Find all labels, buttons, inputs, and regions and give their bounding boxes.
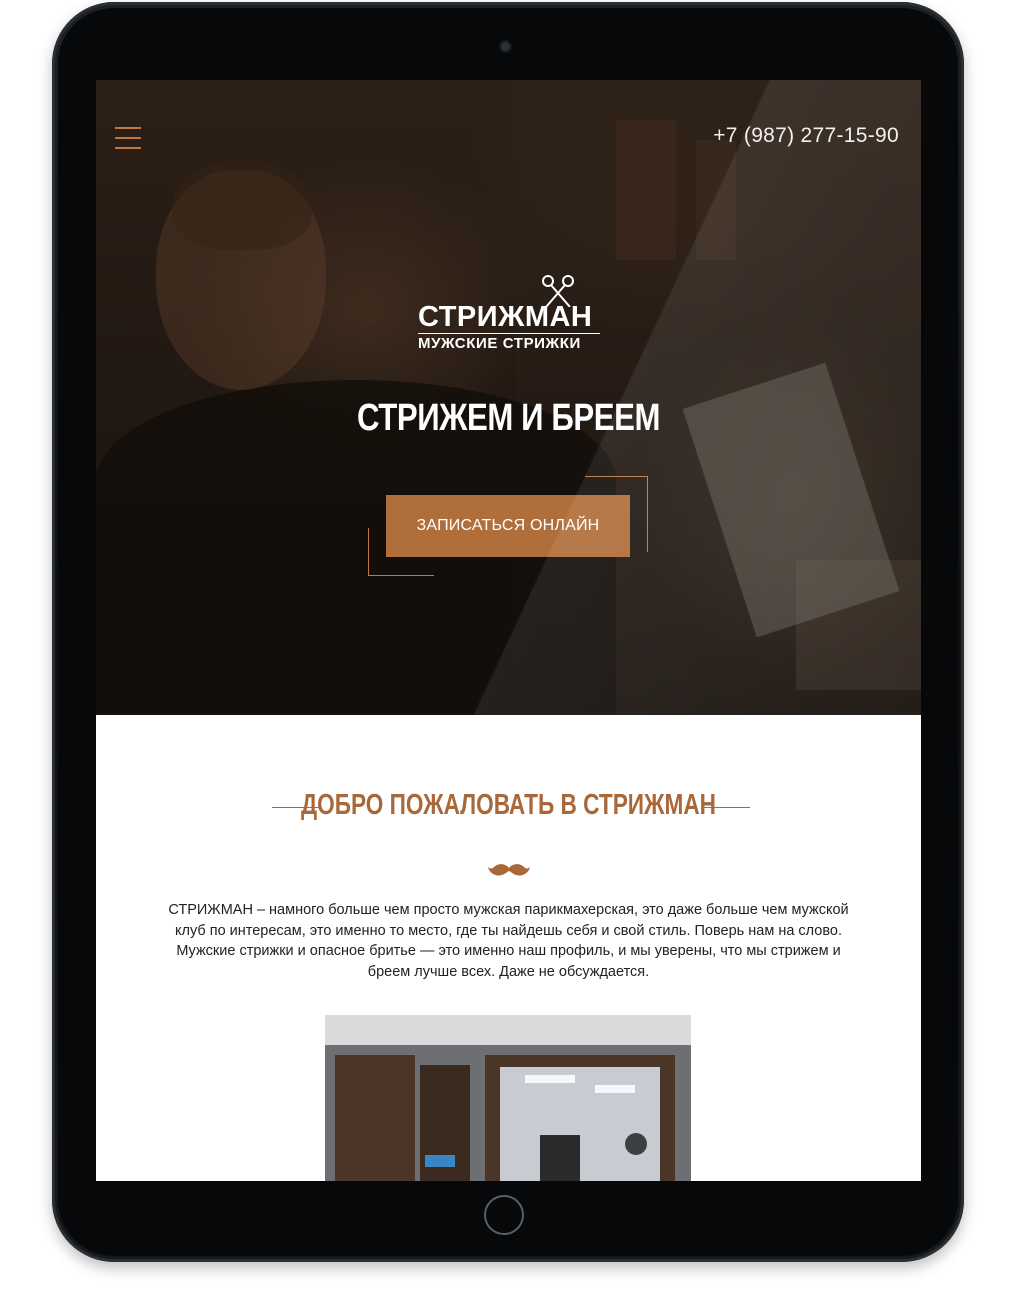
logo-divider [418, 333, 600, 334]
brand-logo[interactable]: СТРИЖМАН МУЖСКИЕ СТРИЖКИ [414, 275, 604, 360]
welcome-title: ДОБРО ПОЖАЛОВАТЬ В СТРИЖМАН [300, 789, 717, 821]
heading-line-right [702, 807, 750, 808]
welcome-heading: ДОБРО ПОЖАЛОВАТЬ В СТРИЖМАН [96, 787, 921, 827]
tablet-screen: +7 (987) 277-15-90 СТРИЖМАН МУЖСКИЕ СТРИ… [96, 80, 921, 1181]
front-camera [501, 42, 510, 51]
logo-name: СТРИЖМАН [418, 301, 593, 333]
welcome-section: ДОБРО ПОЖАЛОВАТЬ В СТРИЖМАН СТРИЖМАН – н… [96, 715, 921, 1181]
salon-interior-photo [325, 1015, 691, 1181]
logo-subtitle: МУЖСКИЕ СТРИЖКИ [418, 335, 581, 352]
hero-section: +7 (987) 277-15-90 СТРИЖМАН МУЖСКИЕ СТРИ… [96, 80, 921, 715]
mustache-icon [488, 864, 530, 876]
home-button[interactable] [484, 1195, 524, 1235]
hero-title: СТРИЖЕМ И БРЕЕМ [356, 397, 661, 439]
phone-number[interactable]: +7 (987) 277-15-90 [713, 124, 899, 148]
book-online-button[interactable]: ЗАПИСАТЬСЯ ОНЛАЙН [386, 495, 630, 557]
hamburger-menu-icon[interactable] [115, 127, 141, 149]
welcome-description: СТРИЖМАН – намного больше чем просто муж… [168, 902, 849, 980]
